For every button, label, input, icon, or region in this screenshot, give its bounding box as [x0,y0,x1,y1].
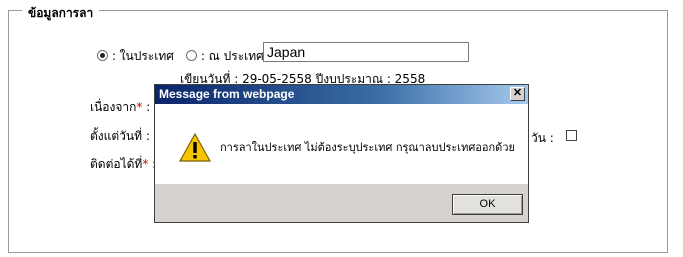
radio-domestic[interactable]: : ในประเทศ [97,47,174,66]
close-icon: ✕ [512,87,523,99]
halfday-checkbox[interactable] [566,130,577,141]
dialog-message-area: การลาในประเทศ ไม่ต้องระบุประเทศ กรุณาลบป… [155,104,528,184]
from-date-label: ตั้งแต่วันที่ : [90,129,150,143]
contact-label: ติดต่อได้ที่ [90,157,143,171]
dialog-message: การลาในประเทศ ไม่ต้องระบุประเทศ กรุณาลบป… [220,141,515,154]
warning-icon [179,133,211,162]
radio-abroad-circle[interactable] [186,50,197,61]
radio-domestic-circle[interactable] [97,50,108,61]
reason-label: เนื่องจาก [90,100,137,114]
country-input[interactable] [263,42,469,62]
radio-abroad[interactable]: : ณ ประเทศ [186,47,264,66]
dialog-title: Message from webpage [159,87,295,101]
halfday-label: วัน : [531,131,554,145]
contact-label-wrap: ติดต่อได้ที่* : [90,155,156,174]
dialog-close-button[interactable]: ✕ [510,87,525,101]
reason-label-wrap: เนื่องจาก* : [90,98,150,117]
fieldset-legend: ข้อมูลการลา [22,4,100,23]
reason-suffix: : [142,100,151,114]
radio-domestic-label: : ในประเทศ [111,49,174,63]
dialog-titlebar[interactable]: Message from webpage [155,85,528,104]
ok-button[interactable]: OK [452,194,523,215]
radio-abroad-label: : ณ ประเทศ [200,49,264,63]
message-dialog: Message from webpage ✕ การลาในประเทศ ไม่… [154,84,529,223]
